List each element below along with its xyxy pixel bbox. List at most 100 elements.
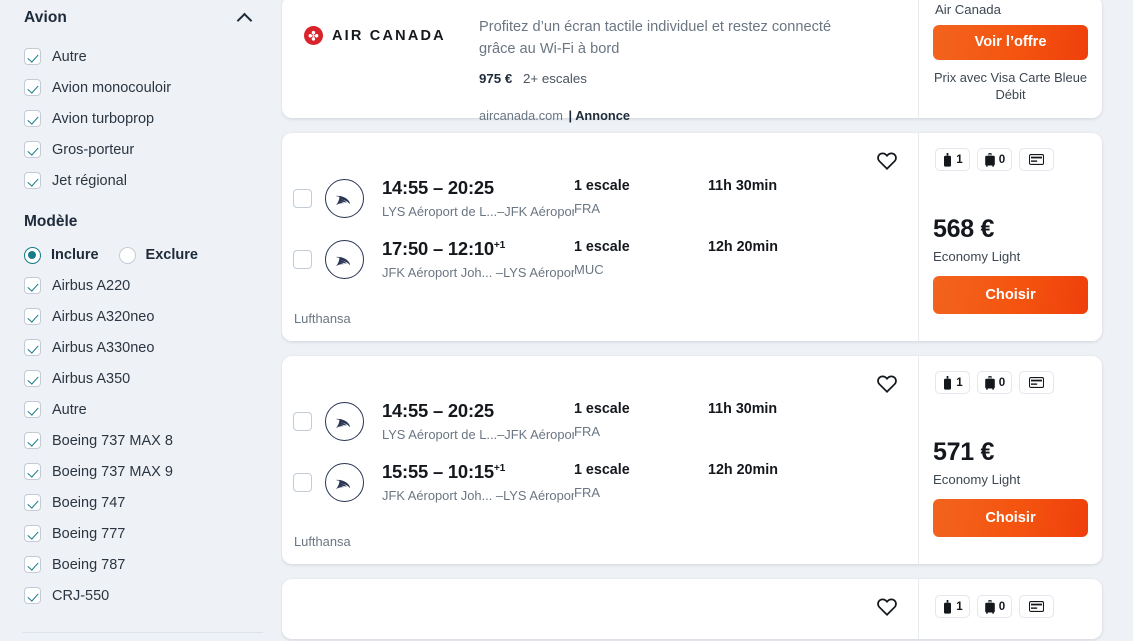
leg-checkbox[interactable] [293, 412, 312, 431]
aircraft-model-option[interactable]: Airbus A220 [22, 270, 263, 301]
aircraft-model-option[interactable]: Airbus A350 [22, 363, 263, 394]
carry-on-bag-icon [984, 152, 996, 167]
aircraft-model-label: Airbus A330neo [52, 339, 155, 356]
radio-exclure[interactable] [118, 246, 136, 264]
flight-result-card[interactable]: 14:55 – 20:25 LYS Aéroport de L...–JFK Aé… [282, 356, 1102, 564]
leg-route: LYS Aéroport de L...–JFK Aéroport Joh... [382, 427, 574, 442]
leg-time-text: 17:50 – 12:10 [382, 238, 494, 259]
aircraft-type-label: Autre [52, 48, 87, 65]
credit-card-icon [1029, 154, 1044, 165]
operating-airline: Lufthansa [294, 534, 351, 549]
personal-item-icon-chip: 1 [935, 371, 970, 394]
aircraft-model-option[interactable]: Boeing 737 MAX 8 [22, 425, 263, 456]
aircraft-model-checkbox[interactable] [24, 370, 41, 387]
aircraft-model-label: Boeing 737 MAX 9 [52, 463, 173, 480]
fare-type: Economy Light [933, 472, 1021, 487]
aircraft-type-checkbox[interactable] [24, 48, 41, 65]
aircraft-type-option[interactable]: Autre [22, 41, 263, 72]
personal-item-icon-chip: 1 [935, 595, 970, 618]
choisir-button[interactable]: Choisir [933, 276, 1088, 314]
day-offset: +1 [493, 462, 506, 474]
leg-time: 14:55 – 20:25 [382, 177, 574, 199]
sponsored-ad-card[interactable]: AIR CANADA Profitez d’un écran tactile i… [282, 0, 1102, 123]
heart-icon[interactable] [876, 373, 898, 395]
voir-offre-button[interactable]: Voir l’offre [933, 25, 1088, 60]
leg-checkbox[interactable] [293, 250, 312, 269]
aircraft-type-option[interactable]: Avion monocouloir [22, 72, 263, 103]
aircraft-model-checkbox[interactable] [24, 277, 41, 294]
leg-stops-block: 1 escale FRA [574, 177, 708, 216]
price-panel: 1 0 571 € Economy Light Choisir [918, 356, 1102, 564]
aircraft-model-option[interactable]: Boeing 747 [22, 487, 263, 518]
ad-source-domain[interactable]: aircanada.com [479, 108, 563, 123]
leg-checkbox[interactable] [293, 189, 312, 208]
aircraft-type-label: Avion monocouloir [52, 79, 172, 96]
lufthansa-crane-icon [325, 463, 364, 502]
flight-result-card-partial[interactable]: 10 [282, 579, 1102, 639]
aircraft-model-checkbox[interactable] [24, 463, 41, 480]
aircraft-type-option[interactable]: Gros-porteur [22, 134, 263, 165]
flight-result-card[interactable]: 14:55 – 20:25 LYS Aéroport de L...–JFK Aé… [282, 133, 1102, 341]
aircraft-model-label: Boeing 747 [52, 494, 126, 511]
price-panel: 1 0 568 € Economy Light Choisir [918, 133, 1102, 341]
aircraft-model-option[interactable]: Boeing 777 [22, 518, 263, 549]
model-options-list: Airbus A220 Airbus A320neo Airbus A330neo A… [22, 270, 263, 611]
aircraft-model-checkbox[interactable] [24, 587, 41, 604]
aircraft-model-option[interactable]: Autre [22, 394, 263, 425]
ad-price-row: 975 € 2+ escales [479, 71, 864, 86]
flight-details: 14:55 – 20:25 LYS Aéroport de L...–JFK Aé… [282, 133, 918, 341]
aircraft-model-checkbox[interactable] [24, 525, 41, 542]
aircraft-model-checkbox[interactable] [24, 308, 41, 325]
partial_result-bag-count: 1 [956, 600, 963, 613]
flight-leg: 14:55 – 20:25 LYS Aéroport de L...–JFK Aé… [293, 400, 918, 461]
aircraft-model-option[interactable]: Airbus A330neo [22, 332, 263, 363]
aircraft-model-option[interactable]: Boeing 737 MAX 9 [22, 456, 263, 487]
aircraft-type-option[interactable]: Avion turboprop [22, 103, 263, 134]
results-list: AIR CANADA Profitez d’un écran tactile i… [281, 0, 1133, 641]
leg-route: LYS Aéroport de L...–JFK Aéroport Joh... [382, 204, 574, 219]
aircraft-type-checkbox[interactable] [24, 141, 41, 158]
leg-layover-airport: FRA [574, 424, 600, 439]
aircraft-model-option[interactable]: Airbus A320neo [22, 301, 263, 332]
leg-time-block: 14:55 – 20:25 LYS Aéroport de L...–JFK Aé… [382, 177, 574, 219]
ad-cta-panel: Air Canada Voir l’offre Prix avec Visa C… [918, 0, 1102, 118]
aircraft-type-checkbox[interactable] [24, 79, 41, 96]
aircraft-model-checkbox[interactable] [24, 339, 41, 356]
flight-search-page: Avion Autre Avion monocouloir Avion turbop… [0, 0, 1133, 641]
leg-stops: 1 escale [574, 239, 630, 255]
leg-time-block: 14:55 – 20:25 LYS Aéroport de L...–JFK Aé… [382, 400, 574, 442]
aircraft-model-label: Boeing 787 [52, 556, 126, 573]
aircraft-filter-header[interactable]: Avion [22, 0, 263, 41]
personal-item-icon-chip: 1 [935, 148, 970, 171]
aircraft-type-checkbox[interactable] [24, 110, 41, 127]
aircraft-type-checkbox[interactable] [24, 172, 41, 189]
aircraft-type-option[interactable]: Jet régional [22, 165, 263, 196]
aircraft-model-label: Boeing 777 [52, 525, 126, 542]
heart-icon[interactable] [876, 150, 898, 172]
leg-time: 15:55 – 10:15+1 [382, 461, 574, 483]
flight-price: 571 € [933, 438, 995, 466]
aircraft-model-checkbox[interactable] [24, 556, 41, 573]
heart-icon[interactable] [876, 596, 898, 618]
results.1-bag-count: 1 [956, 376, 963, 389]
leg-stops: 1 escale [574, 178, 630, 194]
leg-checkbox[interactable] [293, 473, 312, 492]
aircraft-model-label: Autre [52, 401, 87, 418]
aircraft-model-checkbox[interactable] [24, 401, 41, 418]
radio-inclure[interactable] [24, 246, 41, 264]
carry-on-bag-icon-chip: 0 [977, 148, 1012, 171]
lufthansa-crane-icon [325, 240, 364, 279]
aircraft-model-checkbox[interactable] [24, 432, 41, 449]
leg-time-block: 15:55 – 10:15+1 JFK Aéroport Joh... –LYS … [382, 461, 574, 503]
ad-headline: Profitez d’un écran tactile individuel e… [479, 19, 832, 58]
chevron-up-icon[interactable] [237, 10, 253, 26]
aircraft-model-option[interactable]: CRJ-550 [22, 580, 263, 611]
choisir-button[interactable]: Choisir [933, 499, 1088, 537]
air-canada-logo: AIR CANADA [304, 26, 479, 45]
aircraft-model-checkbox[interactable] [24, 494, 41, 511]
leg-duration: 12h 20min [708, 239, 778, 255]
carry-on-bag-icon-chip: 0 [977, 595, 1012, 618]
credit-card-icon-chip [1019, 595, 1054, 618]
aircraft-model-option[interactable]: Boeing 787 [22, 549, 263, 580]
ad-logo-area: AIR CANADA [304, 14, 479, 118]
